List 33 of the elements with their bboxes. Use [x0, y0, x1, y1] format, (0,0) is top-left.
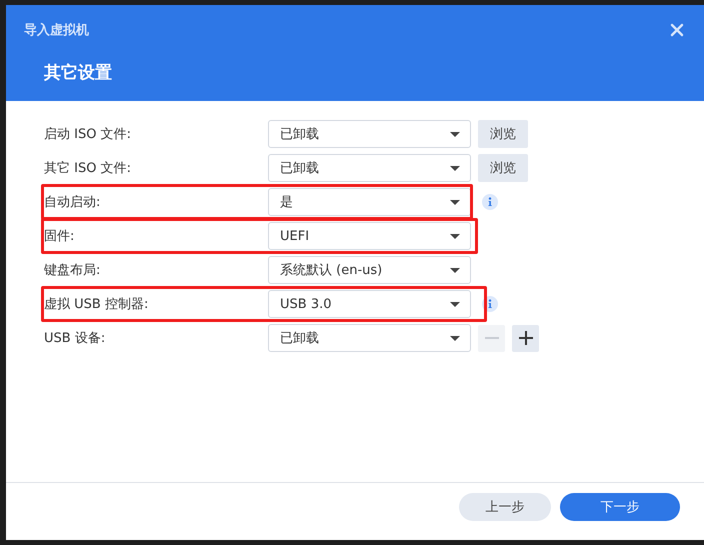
field-label: 键盘布局:: [44, 262, 102, 279]
add-button[interactable]: [512, 324, 539, 352]
caret-icon: [450, 132, 460, 136]
plus-icon: [518, 331, 532, 345]
dropdown[interactable]: 已卸载: [268, 154, 471, 182]
back-button[interactable]: 上一步: [459, 493, 551, 521]
browse-button[interactable]: 浏览: [478, 120, 528, 148]
dropdown[interactable]: 已卸载: [268, 120, 471, 148]
caret-icon: [450, 166, 460, 170]
field-label: 自动启动:: [44, 194, 102, 211]
browse-button[interactable]: 浏览: [478, 154, 528, 182]
caret-icon: [450, 234, 460, 238]
dropdown[interactable]: 是: [268, 188, 471, 216]
field-label: USB 设备:: [44, 330, 106, 347]
dropdown[interactable]: 已卸载: [268, 324, 471, 352]
window-title: 导入虚拟机: [24, 22, 89, 39]
info-icon[interactable]: [482, 296, 498, 312]
caret-icon: [450, 268, 460, 272]
caret-icon: [450, 200, 460, 204]
dropdown[interactable]: UEFI: [268, 222, 471, 250]
field-label: 启动 ISO 文件:: [44, 126, 132, 143]
next-button[interactable]: 下一步: [560, 493, 680, 521]
dropdown[interactable]: 系统默认 (en-us): [268, 256, 471, 284]
caret-icon: [450, 302, 460, 306]
info-icon[interactable]: [482, 194, 498, 210]
field-label: 虚拟 USB 控制器:: [44, 296, 150, 313]
field-label: 其它 ISO 文件:: [44, 160, 132, 177]
page-heading: 其它设置: [44, 62, 113, 84]
dropdown[interactable]: USB 3.0: [268, 290, 471, 318]
caret-icon: [450, 336, 460, 340]
minus-icon: [484, 337, 498, 339]
field-label: 固件:: [44, 228, 76, 245]
close-icon[interactable]: [670, 23, 684, 37]
